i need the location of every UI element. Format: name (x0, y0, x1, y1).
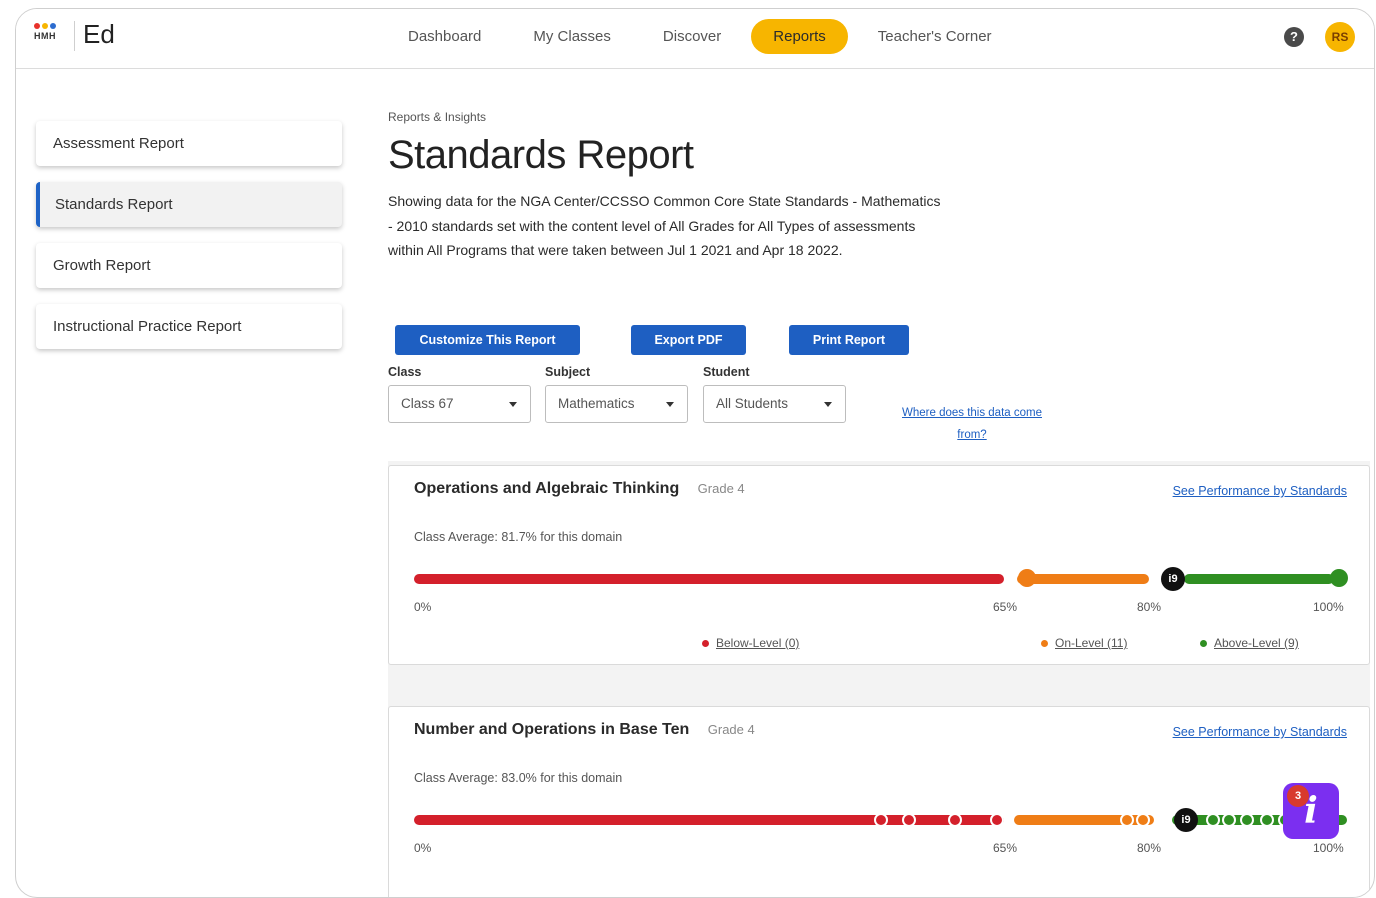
chevron-down-icon (509, 402, 517, 407)
on-level-point[interactable] (1018, 569, 1036, 587)
report-description: Showing data for the NGA Center/CCSSO Co… (388, 193, 941, 258)
tick-label: 100% (1313, 600, 1344, 614)
on-level-point[interactable] (1120, 813, 1134, 827)
below-level-point[interactable] (948, 813, 962, 827)
sidebar-item-assessment-report[interactable]: Assessment Report (36, 121, 342, 166)
subject-select[interactable]: Mathematics (545, 385, 688, 423)
legend-label: Below-Level (0) (716, 636, 800, 650)
student-select-value: All Students (716, 396, 789, 411)
legend-above-level[interactable]: Above-Level (9) (1200, 636, 1299, 650)
logo-divider (74, 21, 75, 51)
domain-grade: Grade 4 (707, 722, 755, 737)
main-content: Reports & Insights Standards Report Show… (388, 9, 1370, 897)
domain-title-text: Operations and Algebraic Thinking (414, 480, 680, 497)
subject-select-value: Mathematics (558, 396, 635, 411)
class-filter-label: Class (388, 365, 422, 379)
legend-label: Above-Level (9) (1214, 636, 1299, 650)
print-report-button[interactable]: Print Report (789, 325, 909, 355)
above-level-point[interactable] (1260, 813, 1274, 827)
on-level-point[interactable] (1136, 813, 1150, 827)
chevron-down-icon (666, 402, 674, 407)
class-average-marker[interactable]: i9 (1161, 567, 1185, 591)
below-level-point[interactable] (990, 813, 1004, 827)
domain-grade: Grade 4 (697, 481, 745, 496)
above-level-point[interactable] (1222, 813, 1236, 827)
page-title: Standards Report (388, 133, 694, 177)
hmh-logo[interactable]: HMH (34, 23, 68, 51)
app-window: HMH Ed Dashboard My Classes Discover Rep… (15, 8, 1375, 898)
app-name: Ed (83, 19, 115, 49)
domain-card: Number and Operations in Base Ten Grade … (388, 706, 1370, 897)
domain-title-text: Number and Operations in Base Ten (414, 721, 690, 738)
above-level-point[interactable] (1240, 813, 1254, 827)
performance-bar: i9 (414, 564, 1349, 594)
class-average-text: Class Average: 81.7% for this domain (414, 530, 623, 544)
tick-label: 80% (1137, 600, 1162, 614)
chevron-down-icon (824, 402, 832, 407)
domain-title: Operations and Algebraic Thinking Grade … (414, 480, 745, 498)
tick-label: 0% (414, 600, 432, 614)
notification-badge: 3 (1287, 785, 1309, 807)
sidebar-item-standards-report[interactable]: Standards Report (36, 182, 342, 227)
student-filter-label: Student (703, 365, 750, 379)
data-source-link[interactable]: Where does this data come from? (888, 402, 1056, 446)
domain-title: Number and Operations in Base Ten Grade … (414, 721, 755, 739)
student-select[interactable]: All Students (703, 385, 846, 423)
tick-label: 0% (414, 841, 432, 855)
logo-text: HMH (34, 31, 56, 41)
class-average-text: Class Average: 83.0% for this domain (414, 771, 623, 785)
above-level-bullet-icon (1200, 640, 1207, 648)
above-level-segment (1184, 574, 1334, 584)
below-level-point[interactable] (902, 813, 916, 827)
breadcrumb: Reports & Insights (388, 110, 487, 124)
on-level-segment (1017, 574, 1149, 584)
sidebar-item-instructional-practice-report[interactable]: Instructional Practice Report (36, 304, 342, 349)
legend-label: On-Level (11) (1055, 636, 1128, 650)
class-select[interactable]: Class 67 (388, 385, 531, 423)
tick-label: 80% (1137, 841, 1162, 855)
domain-card: Operations and Algebraic Thinking Grade … (388, 465, 1370, 665)
class-select-value: Class 67 (401, 396, 454, 411)
subject-filter-label: Subject (545, 365, 591, 379)
tick-label: 100% (1313, 841, 1344, 855)
see-performance-link[interactable]: See Performance by Standards (1173, 484, 1347, 498)
below-level-bullet-icon (702, 640, 709, 648)
above-level-point[interactable] (1330, 569, 1348, 587)
on-level-bullet-icon (1041, 640, 1048, 648)
class-average-marker[interactable]: i9 (1174, 808, 1198, 832)
see-performance-link[interactable]: See Performance by Standards (1173, 725, 1347, 739)
legend-below-level[interactable]: Below-Level (0) (702, 636, 799, 650)
sidebar-item-growth-report[interactable]: Growth Report (36, 243, 342, 288)
tick-label: 65% (993, 600, 1018, 614)
export-pdf-button[interactable]: Export PDF (631, 325, 746, 355)
below-level-segment (414, 574, 1004, 584)
customize-report-button[interactable]: Customize This Report (395, 325, 580, 355)
below-level-point[interactable] (874, 813, 888, 827)
legend-on-level[interactable]: On-Level (11) (1041, 636, 1127, 650)
performance-bar: i9 (414, 805, 1349, 835)
logo-dots-icon (34, 23, 68, 29)
tick-label: 65% (993, 841, 1018, 855)
above-level-point[interactable] (1206, 813, 1220, 827)
report-sidebar: Assessment Report Standards Report Growt… (36, 121, 342, 365)
